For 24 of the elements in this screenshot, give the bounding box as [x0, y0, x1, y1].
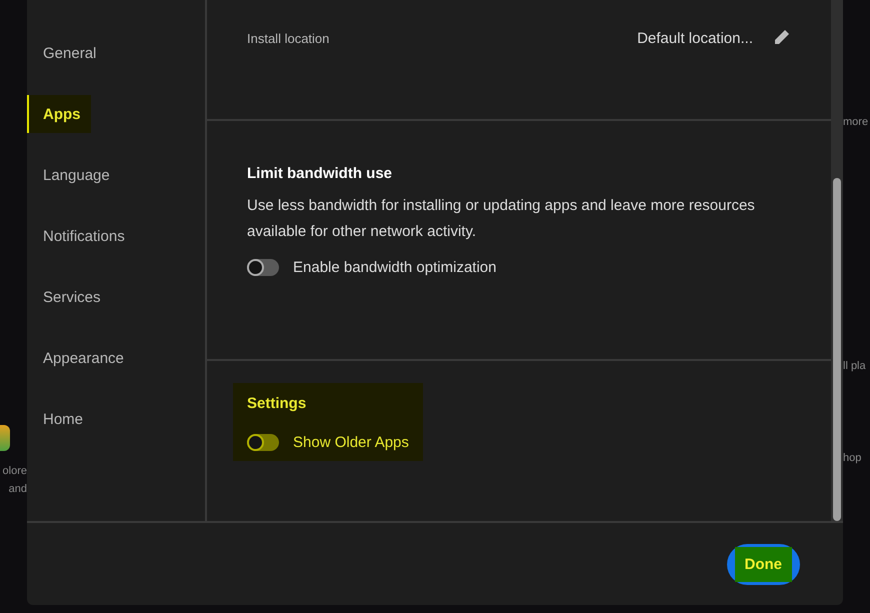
app-icon: [0, 425, 10, 451]
sidebar-item[interactable]: Appearance: [27, 339, 134, 377]
background-text: ll pla: [843, 360, 866, 372]
sidebar-item[interactable]: General: [27, 34, 106, 72]
done-button[interactable]: Done: [726, 544, 800, 584]
background-text: and: [8, 483, 27, 495]
section-title: Limit bandwidth use: [247, 165, 392, 182]
install-location-value: Default location...: [637, 30, 753, 46]
sidebar-item[interactable]: Notifications: [27, 217, 135, 255]
section-description: Use less bandwidth for installing or updating apps and leave more resources available for other network activity.: [247, 196, 756, 242]
toggle-switch[interactable]: [247, 259, 279, 276]
background-text: more: [843, 116, 868, 128]
toggle-label: Show Older Apps: [293, 434, 409, 451]
scrollbar[interactable]: [831, 0, 843, 521]
toggle-label: Enable bandwidth optimization: [293, 259, 496, 276]
background-text: hop: [843, 452, 862, 464]
sidebar-item[interactable]: Home: [27, 400, 94, 438]
sidebar-item[interactable]: Language: [27, 156, 120, 194]
sidebar-item[interactable]: Apps: [27, 95, 90, 133]
section-title: Settings: [247, 395, 306, 412]
install-location-label: Install location: [247, 30, 330, 46]
toggle-switch[interactable]: [247, 434, 279, 451]
background-text: olore: [2, 465, 27, 477]
sidebar-item[interactable]: Services: [27, 278, 111, 316]
